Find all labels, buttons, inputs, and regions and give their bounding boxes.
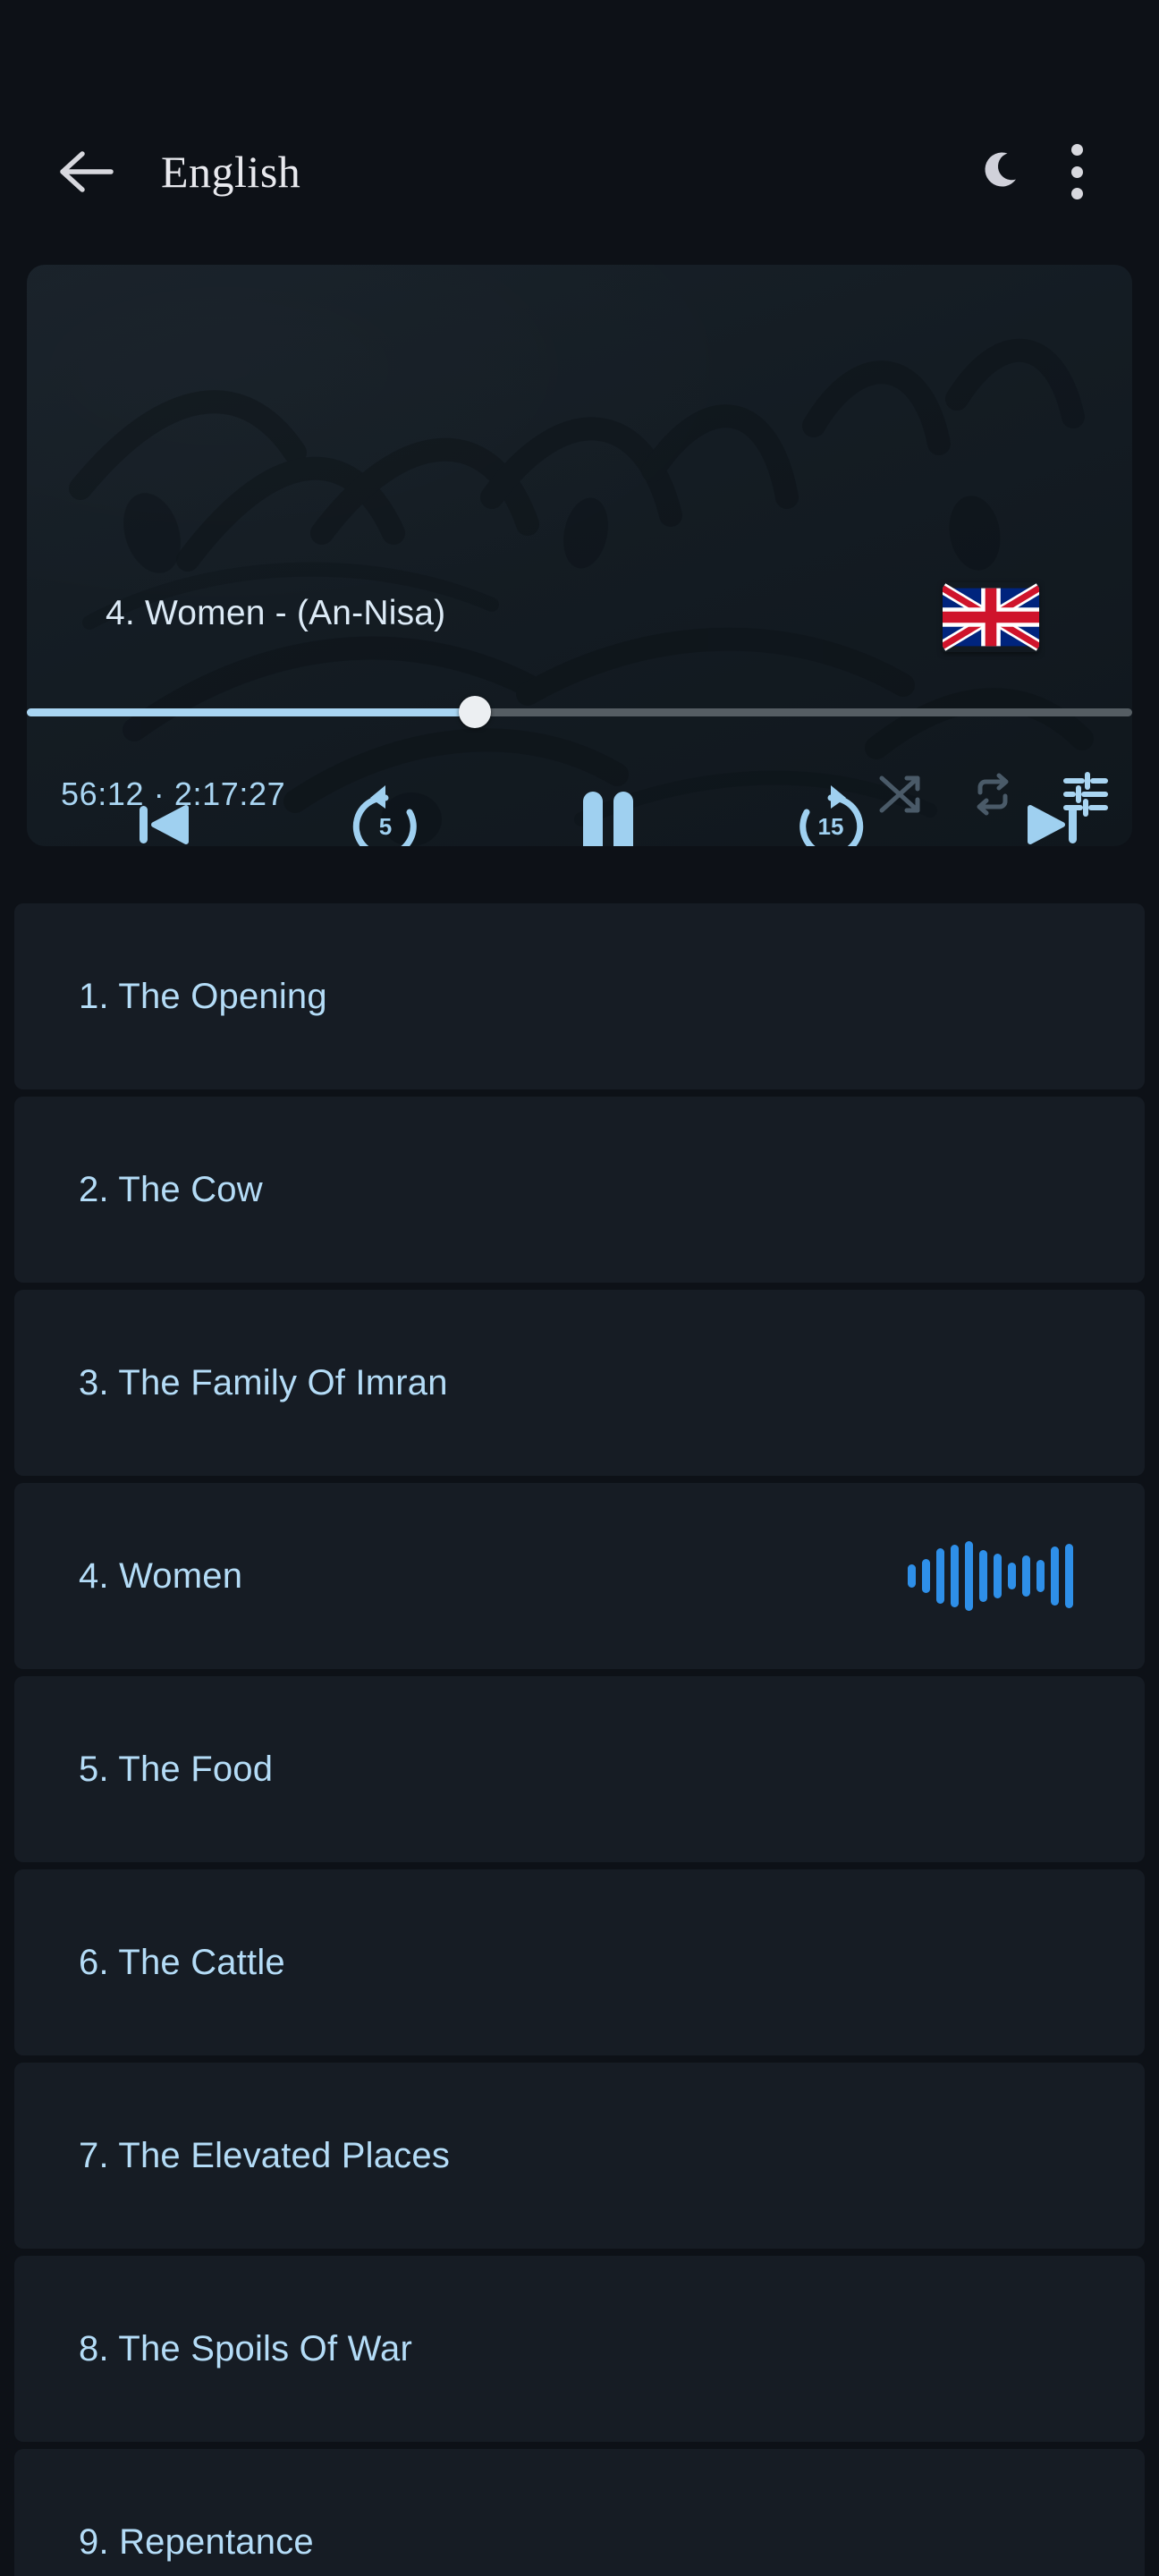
seek-bar-track[interactable] [27, 708, 1132, 716]
uk-flag-icon [943, 582, 1039, 652]
surah-list-item[interactable]: 3. The Family Of Imran [14, 1290, 1145, 1476]
surah-list-item-label: 8. The Spoils Of War [79, 2328, 413, 2368]
kebab-menu-icon [1070, 144, 1083, 199]
audio-player-screen: English 4. Women - (An-Nisa) 5 15 56:12 … [0, 0, 1159, 2576]
surah-list-item-label: 3. The Family Of Imran [79, 1362, 448, 1402]
surah-list-item[interactable]: 1. The Opening [14, 903, 1145, 1089]
surah-list-item-label: 6. The Cattle [79, 1942, 285, 1982]
equalizer-sliders-icon [1062, 771, 1109, 818]
seek-bar-fill [27, 708, 475, 716]
equalizer-button[interactable] [1039, 756, 1132, 833]
surah-list-item-label: 4. Women [79, 1555, 243, 1596]
now-playing-waveform-icon [908, 1541, 1073, 1611]
seek-bar[interactable] [27, 687, 1132, 737]
seek-bar-thumb[interactable] [458, 696, 491, 728]
app-header: English [0, 106, 1159, 238]
surah-list-item[interactable]: 9. Repentance [14, 2449, 1145, 2576]
surah-list-item-label: 7. The Elevated Places [79, 2135, 451, 2175]
shuffle-icon [876, 771, 923, 818]
surah-list-item[interactable]: 7. The Elevated Places [14, 2063, 1145, 2249]
surah-list-item[interactable]: 8. The Spoils Of War [14, 2256, 1145, 2442]
surah-list-item[interactable]: 5. The Food [14, 1676, 1145, 1862]
player-meta-row: 56:12 · 2:17:27 [27, 756, 1132, 833]
moon-icon [980, 147, 1030, 197]
shuffle-button[interactable] [853, 756, 946, 833]
overflow-menu-button[interactable] [1041, 136, 1112, 208]
surah-list-item[interactable]: 6. The Cattle [14, 1869, 1145, 2055]
surah-list-item-label: 1. The Opening [79, 976, 327, 1016]
surah-list-item[interactable]: 2. The Cow [14, 1097, 1145, 1283]
time-display: 56:12 · 2:17:27 [61, 775, 286, 812]
repeat-icon [969, 771, 1016, 818]
page-title: English [161, 147, 301, 197]
theme-toggle-button[interactable] [969, 136, 1041, 208]
now-playing-title: 4. Women - (An-Nisa) [106, 594, 446, 632]
arrow-left-icon [59, 150, 114, 193]
surah-list-item-label: 5. The Food [79, 1749, 274, 1789]
surah-list-item-label: 9. Repentance [79, 2521, 314, 2562]
surah-list-item-label: 2. The Cow [79, 1169, 263, 1209]
surah-list[interactable]: 1. The Opening 2. The Cow 3. The Family Of… [0, 903, 1159, 2576]
repeat-button[interactable] [946, 756, 1039, 833]
back-button[interactable] [54, 139, 120, 205]
surah-list-item[interactable]: 4. Women [14, 1483, 1145, 1669]
